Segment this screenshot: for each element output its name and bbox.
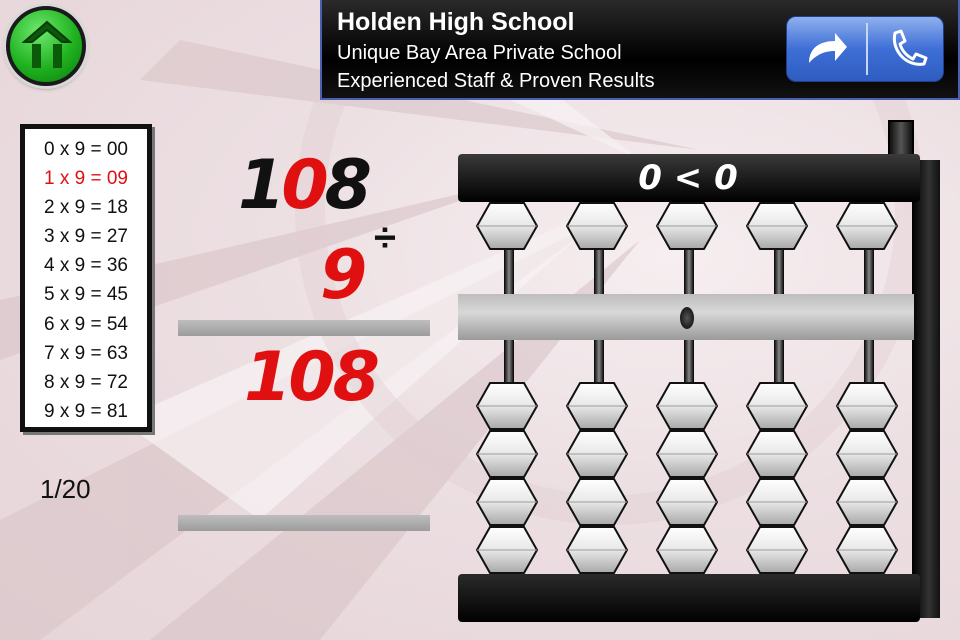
abacus-lower-bead[interactable] [745, 382, 809, 430]
abacus-lower-bead[interactable] [475, 382, 539, 430]
abacus-lower-bead[interactable] [565, 526, 629, 574]
ad-share-button[interactable] [787, 17, 866, 81]
abacus-lower-bead[interactable] [835, 382, 899, 430]
division-operator: ÷ [374, 216, 396, 260]
abacus-lower-bead[interactable] [565, 430, 629, 478]
ad-banner[interactable]: Holden High School Unique Bay Area Priva… [320, 0, 960, 100]
abacus-frame-bottom [458, 574, 920, 622]
abacus-lower-bead[interactable] [475, 478, 539, 526]
abacus-unit-marker [680, 307, 694, 329]
abacus-lower-bead[interactable] [745, 526, 809, 574]
abacus-lower-bead[interactable] [835, 478, 899, 526]
abacus-upper-bead[interactable] [745, 202, 809, 250]
times-table-row: 5 x 9 = 45 [44, 284, 128, 306]
ad-action-group [786, 16, 944, 82]
times-table-list: 0 x 9 = 00 1 x 9 = 09 2 x 9 = 18 3 x 9 = 27… [25, 129, 147, 426]
times-table-row: 8 x 9 = 72 [44, 371, 128, 393]
abacus-lower-bead[interactable] [745, 478, 809, 526]
times-table-row: 4 x 9 = 36 [44, 255, 128, 277]
question-progress: 1/20 [40, 474, 91, 504]
abacus-upper-bead[interactable] [565, 202, 629, 250]
abacus-lower-bead[interactable] [655, 526, 719, 574]
abacus-lower-bead[interactable] [565, 382, 629, 430]
abacus-lower-bead[interactable] [565, 478, 629, 526]
abacus-lower-bead[interactable] [655, 430, 719, 478]
times-table-row: 6 x 9 = 54 [44, 313, 128, 335]
times-table-row: 1 x 9 = 09 [44, 168, 128, 190]
dividend: 108 [238, 146, 372, 225]
answer-line [178, 320, 430, 336]
abacus-lower-bead[interactable] [475, 430, 539, 478]
home-icon [22, 20, 72, 68]
times-table-row: 2 x 9 = 18 [44, 197, 128, 219]
abacus-lower-bead[interactable] [835, 526, 899, 574]
ad-tagline: Experienced Staff & Proven Results [337, 70, 655, 92]
abacus-upper-bead[interactable] [475, 202, 539, 250]
working-result: 108 [244, 338, 380, 417]
abacus-lower-bead[interactable] [655, 478, 719, 526]
abacus-lower-bead[interactable] [475, 526, 539, 574]
abacus-frame-side [912, 160, 940, 618]
ad-title: Holden High School [337, 8, 575, 36]
abacus-lower-bead[interactable] [655, 382, 719, 430]
times-table-row: 9 x 9 = 81 [44, 400, 128, 422]
abacus-lower-bead[interactable] [745, 430, 809, 478]
home-button[interactable] [6, 6, 86, 86]
dividend-digit: 1 [238, 146, 285, 225]
share-arrow-icon [809, 33, 847, 63]
abacus-lower-bead[interactable] [835, 430, 899, 478]
times-table-row: 7 x 9 = 63 [44, 342, 128, 364]
ad-subtitle: Unique Bay Area Private School [337, 42, 622, 64]
dividend-digit: 8 [324, 146, 372, 225]
dividend-digit-highlight: 0 [281, 146, 328, 225]
times-table-row: 3 x 9 = 27 [44, 226, 128, 248]
divisor: 9 [320, 236, 368, 315]
times-table: 0 x 9 = 00 1 x 9 = 09 2 x 9 = 18 3 x 9 = 27… [20, 124, 152, 432]
abacus-value-display: 0 < 0 [638, 158, 738, 198]
abacus-upper-bead[interactable] [655, 202, 719, 250]
phone-icon [892, 29, 928, 66]
ad-call-button[interactable] [867, 17, 944, 81]
times-table-row: 0 x 9 = 00 [44, 139, 128, 160]
abacus-upper-bead[interactable] [835, 202, 899, 250]
abacus[interactable]: 0 < 0 [458, 120, 942, 625]
answer-line-bottom [178, 515, 430, 531]
